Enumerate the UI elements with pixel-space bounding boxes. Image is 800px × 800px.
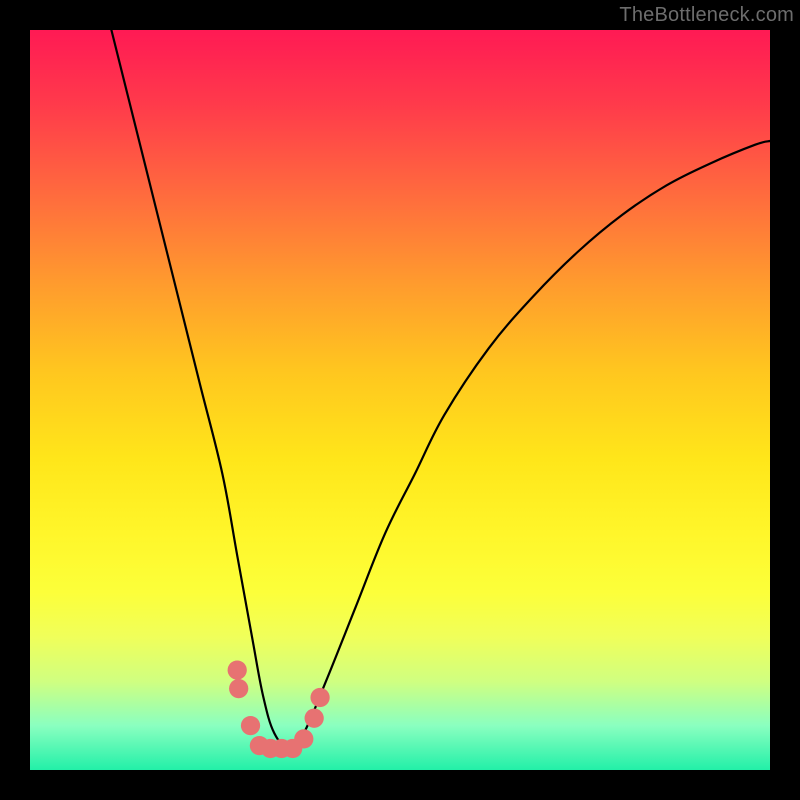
curve-marker (310, 688, 329, 707)
curve-markers (228, 660, 330, 758)
bottleneck-curve (111, 30, 770, 748)
curve-marker (229, 679, 248, 698)
watermark-text: TheBottleneck.com (619, 4, 794, 27)
plot-area (30, 30, 770, 770)
curve-marker (228, 660, 247, 679)
outer-frame: TheBottleneck.com (0, 0, 800, 800)
curve-svg (30, 30, 770, 770)
curve-marker (241, 716, 260, 735)
curve-marker (294, 729, 313, 748)
curve-marker (305, 709, 324, 728)
